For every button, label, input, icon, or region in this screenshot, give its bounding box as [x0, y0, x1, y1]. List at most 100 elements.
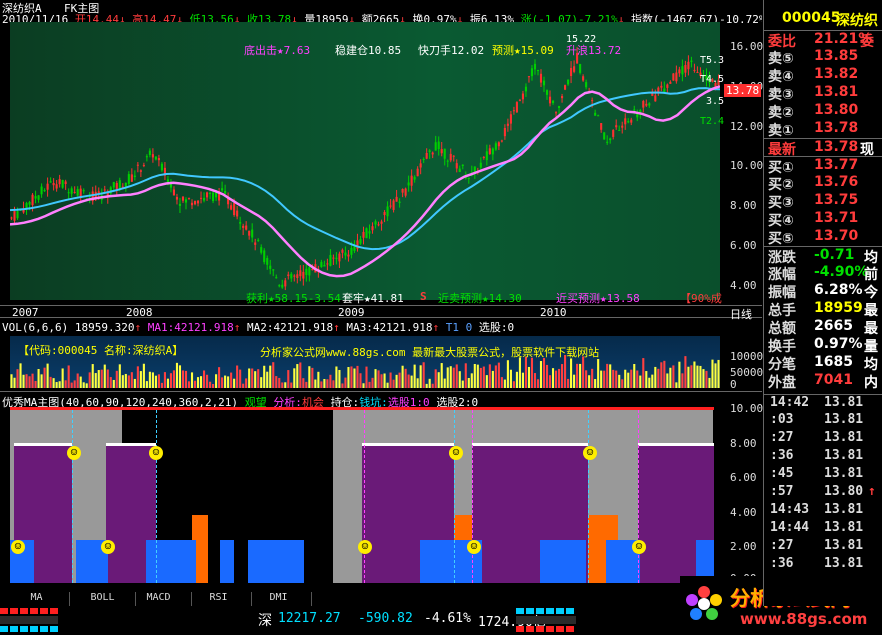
volume-bar: [425, 383, 428, 388]
candle-body: [389, 205, 392, 207]
buy-price: 13.75: [814, 192, 859, 208]
candle-body: [196, 200, 200, 204]
tab-macd[interactable]: MACD: [126, 592, 192, 606]
candle-body: [305, 268, 308, 276]
candlestick-svg: [10, 46, 720, 291]
candle-body: [425, 152, 428, 159]
candle-body: [684, 64, 687, 73]
volume-bar: [609, 364, 612, 388]
vertical-marker: [638, 410, 639, 583]
candle-body: [13, 210, 16, 221]
volume-bar: [169, 373, 173, 388]
volume-bar: [551, 368, 555, 388]
volume-bar: [293, 368, 296, 388]
volume-bar: [281, 382, 284, 388]
candle-body: [539, 73, 543, 83]
candle-body: [419, 163, 422, 168]
volume-bar: [470, 373, 473, 388]
tick-time: :36: [770, 556, 794, 571]
volume-bar: [148, 371, 151, 388]
indicator-tabs: MA BOLL MACD RSI DMI: [0, 592, 312, 606]
candle-body: [350, 247, 353, 255]
volume-bar: [633, 364, 636, 388]
volume-bar: [714, 363, 717, 388]
stat-value: 18959: [814, 300, 863, 316]
volume-bar: [639, 375, 642, 388]
volume-bar: [157, 374, 160, 388]
buy-row-4: 买④ 13.71: [764, 210, 882, 229]
blue-block: [248, 540, 304, 583]
volume-bar: [416, 378, 419, 388]
candle-body: [431, 152, 434, 155]
candle-body: [666, 84, 669, 88]
ratio-row: 委比 21.21% 委: [764, 30, 882, 50]
volume-bar: [31, 373, 34, 388]
volume-bar: [202, 370, 206, 388]
volume-bar: [657, 368, 660, 388]
volume-bar: [91, 364, 94, 388]
volume-bar: [567, 378, 570, 388]
stat-extra: 最: [864, 303, 878, 319]
stat-extra: 量: [864, 339, 878, 355]
sell-label: 卖②: [768, 105, 794, 121]
indicator-plot[interactable]: ☺ ☺ ☺ ☺ ☺ ☺ ☺ ☺ ☺: [10, 407, 720, 583]
volume-bar: [606, 363, 609, 388]
smiley-icon: ☺: [149, 446, 163, 460]
tick-price: 13.81: [824, 556, 864, 571]
tab-dmi[interactable]: DMI: [246, 592, 312, 606]
volume-bar: [446, 367, 449, 388]
flower-logo-icon: [686, 586, 722, 620]
volume-bar: [88, 372, 91, 388]
volume-plot[interactable]: 【代码:000045 名称:深纺织A】 分析家公式网www.88gs.com 最…: [10, 336, 720, 388]
volume-bar: [476, 364, 479, 388]
candle-body: [73, 191, 76, 193]
volume-bar: [717, 359, 720, 388]
vertical-marker: [588, 410, 589, 583]
volume-bar: [494, 365, 497, 388]
candle-body: [365, 228, 368, 239]
tab-ma[interactable]: MA: [4, 592, 70, 606]
volume-bar: [642, 358, 645, 388]
volume-bar: [139, 371, 142, 388]
volume-bar: [181, 370, 185, 388]
volume-bar: [323, 378, 326, 388]
volume-bar: [573, 374, 576, 388]
volume-bar: [64, 380, 67, 388]
volume-bar: [136, 366, 139, 388]
candle-body: [633, 109, 636, 111]
volume-bar: [678, 361, 681, 388]
candle-body: [524, 86, 528, 92]
volume-bar: [527, 366, 531, 388]
candle-body: [115, 183, 118, 190]
candle-body: [630, 119, 633, 123]
volume-bar: [395, 374, 398, 388]
candle-body: [142, 165, 145, 167]
candle-body: [642, 100, 645, 108]
tick-row: :27 13.81: [764, 430, 882, 448]
candle-body: [37, 195, 40, 200]
smiley-icon: ☺: [11, 540, 25, 554]
candle-body: [118, 180, 121, 189]
candle-body: [245, 225, 248, 230]
candle-body: [269, 265, 272, 269]
tick-price: 13.81: [824, 430, 864, 445]
candle-body: [404, 188, 407, 196]
volume-bar: [392, 379, 395, 388]
candlestick-plot[interactable]: [10, 22, 720, 300]
volume-bar: [97, 370, 100, 388]
vertical-marker: [72, 410, 73, 583]
tab-rsi[interactable]: RSI: [186, 592, 252, 606]
annotation-rise-retreat: 升浪13.72: [566, 44, 622, 57]
volume-bar: [585, 370, 588, 388]
candle-body: [597, 115, 600, 117]
candle-body: [455, 163, 458, 169]
candle-body: [687, 61, 690, 70]
volume-bar: [284, 382, 287, 388]
volume-bar: [290, 382, 293, 388]
quote-header: 000045 深纺织: [764, 10, 882, 29]
smiley-icon: ☺: [449, 446, 463, 460]
stat-row: 总手 18959 最: [764, 300, 882, 319]
stat-value: 6.28%: [814, 282, 863, 298]
candle-body: [512, 110, 515, 112]
candle-body: [145, 156, 148, 158]
